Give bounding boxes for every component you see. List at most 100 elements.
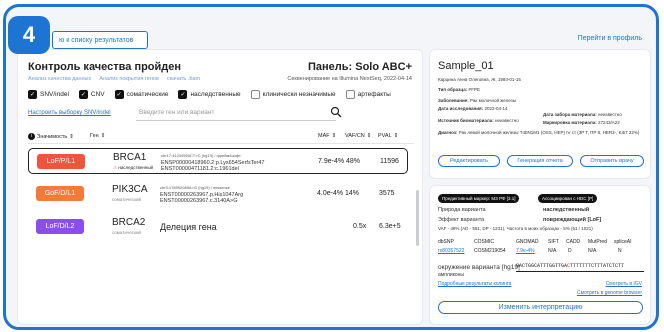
effect-value: повреждающий [LoF] — [543, 217, 602, 223]
kv-label: Тип образца: — [438, 87, 468, 92]
kv-value: Рак молочной железы — [470, 98, 516, 103]
coverage-link[interactable]: Анализ покрытия генов — [99, 76, 159, 82]
deletion-label: Делеция гена — [160, 222, 217, 232]
filter-cnv[interactable]: ✓ CNV — [78, 90, 105, 99]
grid-header: COSMIC — [474, 239, 494, 245]
filter-label: клинически незначимые — [262, 91, 336, 98]
table-row[interactable]: LoF/D/L2 BRCA2 соматический Делеция гена… — [28, 214, 408, 240]
checkbox-checked-icon[interactable]: ✓ — [78, 90, 88, 99]
grid-value: D — [568, 248, 572, 254]
pval-value: 6.3e+5 — [379, 223, 401, 230]
kv-value: Рак левой молочной железы T4bN1M1 (OSS, … — [458, 130, 640, 135]
calling-results-link[interactable]: Подробные результаты колинга — [438, 281, 511, 287]
checkbox-checked-icon[interactable]: ✓ — [114, 90, 124, 99]
send-to-doctor-button[interactable]: Отправить врачу — [580, 155, 644, 167]
results-card: Контроль качества пройден Анализ качеств… — [17, 49, 423, 325]
data-quality-link[interactable]: Анализ качества данных — [28, 76, 91, 82]
pval-value: 11596 — [380, 158, 399, 165]
grid-value: N/A — [588, 248, 597, 254]
patient-info: Карцина Анна Олеговна, Ж, 1993-01-15 — [438, 77, 521, 82]
variant-sequence: GACTGGCATTTGGTTGACTTTTTTTCTTTATCTCTT — [516, 263, 624, 269]
grid-value: COSM219054 — [474, 248, 506, 254]
sample-type: Тип образца: FFPE — [438, 87, 480, 92]
sort-icon[interactable]: ⇕ — [101, 133, 106, 139]
sort-icon[interactable]: ⇕ — [69, 134, 74, 140]
dbsnp-link[interactable]: rs80357522 — [438, 248, 464, 254]
filter-artifacts[interactable]: артефакты — [345, 90, 391, 99]
study-date: Дата исследования: 2022-04-14 — [438, 106, 507, 111]
th-pval[interactable]: PVAL ⇕ — [378, 133, 398, 139]
gene-name: BRCA1 — [113, 152, 147, 163]
filter-label: соматические — [126, 91, 169, 98]
download-bam-link[interactable]: скачать .bam — [167, 76, 200, 82]
significance-tag: LoF/P/L1 — [37, 154, 85, 169]
hgvs-cdna: ENST00000263967.c.3140A>G — [160, 198, 238, 204]
nature-value: наследственный — [543, 207, 590, 213]
edit-button[interactable]: Редактировать — [438, 155, 500, 167]
profile-link[interactable]: Перейти в профиль — [578, 35, 642, 42]
grid-header: CADD — [566, 239, 581, 245]
search-icon[interactable] — [330, 106, 342, 118]
significance-tag: LoF/D/L2 — [36, 219, 84, 234]
gene-origin: соматический — [112, 230, 141, 235]
table-row[interactable]: GoF/D/L1 PIK3CA соматический chr3:178952… — [28, 181, 408, 207]
maf-value: 4.0e-4% — [317, 190, 344, 197]
kv-label: Дата исследования: — [438, 106, 484, 111]
table-header: i Значимость ⇕ Ген ⇕ MAF ⇕ VAF/CN ⇕ PVAL ⇕ — [28, 132, 414, 144]
checkbox-unchecked-icon[interactable] — [250, 90, 260, 99]
igv-link[interactable]: Смотреть в IGV — [606, 281, 642, 287]
panel-subtitle: Секвенирование на Illumina NextSeq, 2022… — [287, 76, 412, 82]
kv-value: неизвестно — [598, 112, 622, 117]
kv-value: 2022-04-14 — [484, 106, 508, 111]
filter-somatic[interactable]: ✓ соматические — [114, 90, 169, 99]
scrollbar[interactable] — [416, 190, 419, 246]
variant-card: Предиктивный маркер: МЗ РФ [3.1] Ассоции… — [429, 185, 651, 325]
kv-value: FFPE — [468, 87, 480, 92]
vaf-line: VAF - 48% (AD - 591, DP - 1231), Частота… — [438, 226, 593, 231]
hgvs-cdna: ENST00000471181.2:c.1961del — [161, 166, 239, 172]
th-maf[interactable]: MAF ⇕ — [318, 133, 336, 139]
filter-snv[interactable]: ✓ SNV/indel — [28, 90, 69, 99]
sample-card: Sample_01 Карцина Анна Олеговна, Ж, 1993… — [429, 49, 651, 179]
material-marker: Маркировка материала: 27243/A22 — [543, 120, 620, 125]
th-vafcn[interactable]: VAF/CN ⇕ — [345, 133, 371, 139]
info-icon[interactable]: i — [28, 133, 35, 140]
th-significance[interactable]: i Значимость ⇕ — [28, 133, 74, 140]
hgvs: chr17:41234560CT>C (hg19) / фрейм/шифт E… — [161, 153, 264, 173]
table-row[interactable]: LoF/P/L1 BRCA1 ⚠ наследственный chr17:41… — [28, 148, 408, 174]
back-to-results-button[interactable]: ю к списку результатов — [52, 31, 148, 49]
kv-label: Маркировка материала: — [543, 120, 597, 125]
context-label: окружение варианта [hg19] — [438, 264, 520, 271]
checkbox-checked-icon[interactable]: ✓ — [28, 90, 37, 99]
vaf-value: 14% — [345, 190, 360, 197]
grid-header: GNOMAD — [516, 239, 539, 245]
seq-left: GACTGGCATTTGGTTGA — [516, 263, 568, 269]
kv-label: Заболевание: — [438, 98, 469, 103]
app-frame: ю к списку результатов Перейти в профиль… — [3, 4, 659, 330]
filter-label: наследственные — [190, 91, 241, 98]
filter-hereditary[interactable]: ✓ наследственные — [178, 90, 241, 99]
filter-label: SNV/indel — [40, 91, 69, 98]
genome-browser-link[interactable]: Смотреть в genome browser — [577, 290, 642, 296]
gene-search-input[interactable]: Введите ген или вариант — [136, 105, 336, 121]
change-interpretation-button[interactable]: Изменить интерпретацию — [438, 301, 643, 314]
th-gene[interactable]: Ген ⇕ — [90, 133, 105, 139]
sort-icon[interactable]: ⇕ — [367, 133, 372, 139]
checkbox-checked-icon[interactable]: ✓ — [178, 90, 188, 99]
maf-value: 7.9e-4% — [318, 158, 345, 165]
grid-header: spliceAI — [614, 239, 632, 245]
gnomad-link[interactable]: 7.9e-4% — [516, 248, 535, 254]
gene-name: BRCA2 — [112, 217, 146, 228]
filter-insignificant[interactable]: клинически незначимые — [250, 90, 336, 99]
checkbox-unchecked-icon[interactable] — [345, 90, 355, 99]
predictive-marker-badge: Предиктивный маркер: МЗ РФ [3.1] — [438, 194, 520, 203]
filter-label: артефакты — [357, 91, 391, 98]
panel-title: Панель: Solo ABC+ — [308, 61, 412, 73]
sort-icon[interactable]: ⇕ — [332, 133, 337, 139]
gene-origin: ⚠ наследственный — [113, 165, 154, 170]
grid-header: SIFT — [548, 239, 559, 245]
sample-title: Sample_01 — [438, 60, 494, 72]
generate-report-button[interactable]: Генерация отчета — [507, 155, 573, 167]
sort-icon[interactable]: ⇕ — [394, 133, 399, 139]
configure-filter-link[interactable]: Настроить выборку SNV/indel — [28, 110, 111, 116]
